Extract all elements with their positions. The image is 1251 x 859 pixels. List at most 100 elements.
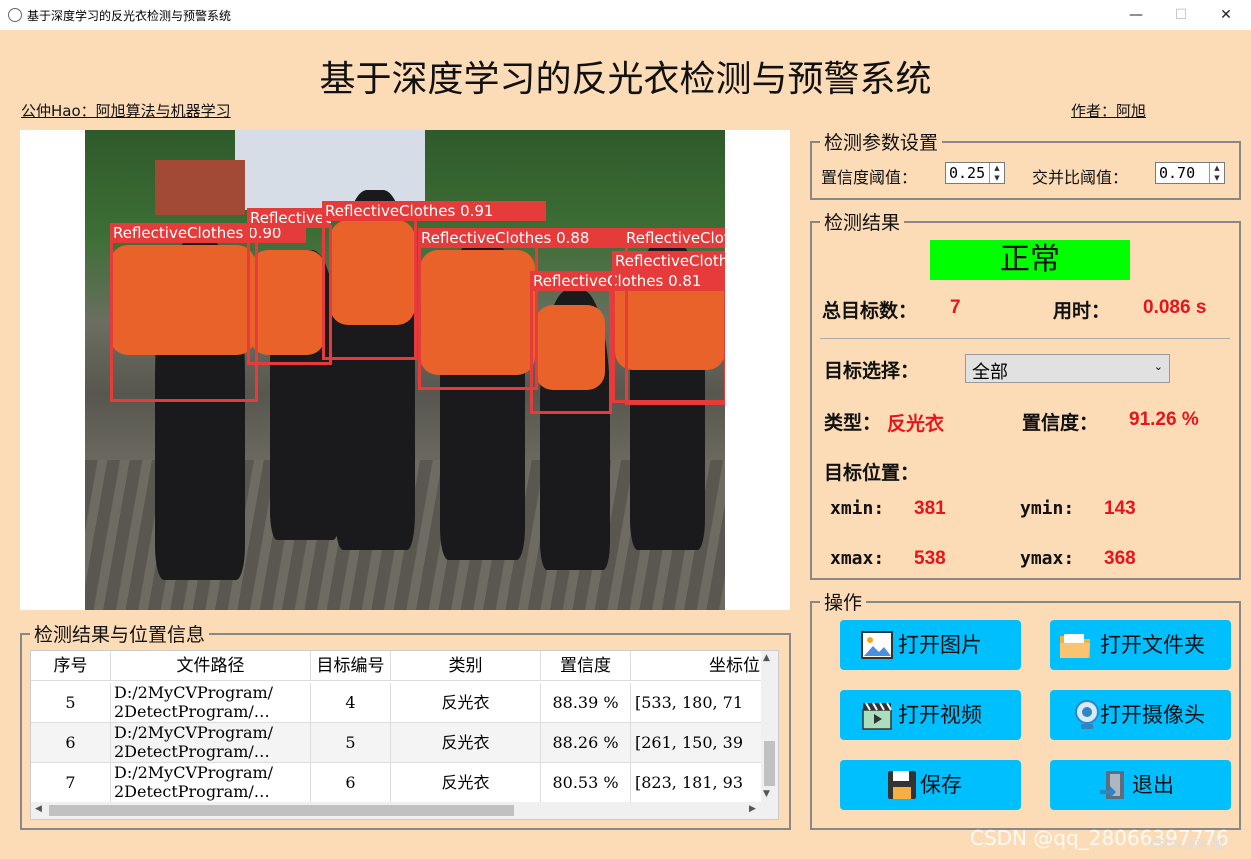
open-folder-button[interactable]: 打开文件夹 <box>1050 620 1231 670</box>
window-titlebar: 基于深度学习的反光衣检测与预警系统 — ☐ ✕ <box>0 0 1251 30</box>
maximize-button[interactable]: ☐ <box>1167 4 1195 26</box>
target-select-value: 全部 <box>972 362 1008 383</box>
type-value: 反光衣 <box>887 413 945 435</box>
open-image-label: 打开图片 <box>898 633 982 657</box>
table-cell-path[interactable]: D:/2MyCVProgram/ 2DetectProgram/… <box>111 763 311 803</box>
xmax-value: 538 <box>914 548 946 569</box>
table-cell-coords[interactable]: [533, 180, 71 <box>631 683 763 723</box>
table-cell-confidence[interactable]: 88.26 % <box>541 723 631 763</box>
spin-arrows-icon[interactable]: ▲ ▼ <box>989 163 1004 183</box>
table-legend: 检测结果与位置信息 <box>34 624 206 646</box>
iou-threshold-spinbox[interactable]: 0.70 ▲ ▼ <box>1155 162 1225 184</box>
xmin-label: xmin: <box>830 498 885 519</box>
webcam-icon <box>1075 700 1099 729</box>
open-folder-label: 打开文件夹 <box>1100 633 1205 657</box>
col-header-index[interactable]: 序号 <box>31 651 111 681</box>
exit-button[interactable]: 退出 <box>1050 760 1231 810</box>
result-legend: 检测结果 <box>824 212 901 234</box>
total-targets-value: 7 <box>950 297 961 318</box>
open-camera-button[interactable]: 打开摄像头 <box>1050 690 1231 740</box>
table-vertical-scrollbar[interactable]: ▲ ▼ <box>761 651 778 804</box>
scroll-up-icon[interactable]: ▲ <box>763 653 770 663</box>
table-cell-path[interactable]: D:/2MyCVProgram/ 2DetectProgram/… <box>111 723 311 763</box>
xmax-label: xmax: <box>830 548 885 569</box>
open-video-button[interactable]: 打开视频 <box>840 690 1021 740</box>
table-cell-class[interactable]: 反光衣 <box>391 683 541 723</box>
elapsed-label: 用时： <box>1053 300 1111 322</box>
image-icon <box>861 631 893 659</box>
table-cell-index[interactable]: 6 <box>31 723 111 763</box>
detection-box: ReflectiveClothes 0.90 <box>110 223 306 402</box>
open-video-label: 打开视频 <box>898 703 982 727</box>
xmin-value: 381 <box>914 498 946 519</box>
conf-threshold-label: 置信度阈值： <box>821 168 918 187</box>
ymax-value: 368 <box>1104 548 1136 569</box>
app-icon <box>8 8 22 22</box>
scroll-right-icon[interactable]: ▶ <box>749 804 756 814</box>
page-title: 基于深度学习的反光衣检测与预警系统 <box>319 59 932 100</box>
detection-label: ReflectiveClothes 0.91 <box>322 201 546 221</box>
col-header-object-id[interactable]: 目标编号 <box>311 651 391 681</box>
scroll-down-icon[interactable]: ▼ <box>763 789 770 799</box>
photo-sky <box>235 130 425 210</box>
video-clapper-icon <box>862 702 892 730</box>
open-image-button[interactable]: 打开图片 <box>840 620 1021 670</box>
detection-label: ReflectiveClothes 0.88 <box>623 228 725 248</box>
table-cell-class[interactable]: 反光衣 <box>391 723 541 763</box>
results-table[interactable]: 序号 文件路径 目标编号 类别 置信度 坐标位 5 D:/2MyCVProgra… <box>30 650 779 820</box>
table-cell-index[interactable]: 5 <box>31 683 111 723</box>
detection-label: ReflectiveClothes 0.91 <box>247 208 331 228</box>
col-header-confidence[interactable]: 置信度 <box>541 651 631 681</box>
elapsed-value: 0.086 s <box>1143 297 1207 318</box>
type-label: 类型： <box>824 412 882 434</box>
conf-threshold-value: 0.25 <box>949 164 986 182</box>
save-label: 保存 <box>920 773 962 797</box>
scroll-left-icon[interactable]: ◀ <box>35 804 42 814</box>
detection-photo: ReflectiveClothes 0.90 ReflectiveClothes… <box>85 130 725 610</box>
author-note: 作者：阿旭 <box>1071 102 1147 120</box>
table-cell-object-id[interactable]: 5 <box>311 723 391 763</box>
chevron-down-icon: ⌄ <box>1153 360 1163 373</box>
confidence-value: 91.26 % <box>1129 409 1199 430</box>
detection-box: ReflectiveClothes 0.91 <box>247 208 332 365</box>
photo-house <box>155 160 245 215</box>
save-disk-icon <box>888 771 916 799</box>
col-header-path[interactable]: 文件路径 <box>111 651 311 681</box>
table-cell-confidence[interactable]: 88.39 % <box>541 683 631 723</box>
col-header-coords[interactable]: 坐标位 <box>631 651 763 681</box>
total-targets-label: 总目标数： <box>822 300 918 322</box>
detection-box: ReflectiveClothes 0.81 <box>530 271 725 414</box>
ymin-value: 143 <box>1104 498 1136 519</box>
minimize-button[interactable]: — <box>1122 4 1150 26</box>
scroll-thumb[interactable] <box>764 741 775 786</box>
table-cell-object-id[interactable]: 4 <box>311 683 391 723</box>
detection-box: ReflectiveClothes 0.88 <box>418 228 634 390</box>
close-button[interactable]: ✕ <box>1212 4 1240 26</box>
table-cell-index[interactable]: 7 <box>31 763 111 803</box>
scroll-thumb[interactable] <box>49 805 514 816</box>
target-select-dropdown[interactable]: 全部 ⌄ <box>965 354 1170 383</box>
table-cell-coords[interactable]: [261, 150, 39 <box>631 723 763 763</box>
status-badge: 正常 <box>930 240 1130 280</box>
detection-box: ReflectiveClothes 0.91 <box>322 201 546 360</box>
window-title: 基于深度学习的反光衣检测与预警系统 <box>27 9 232 23</box>
save-button[interactable]: 保存 <box>840 760 1021 810</box>
spin-arrows-icon[interactable]: ▲ ▼ <box>1209 163 1224 183</box>
target-position-label: 目标位置： <box>824 462 920 484</box>
table-cell-class[interactable]: 反光衣 <box>391 763 541 803</box>
conf-threshold-spinbox[interactable]: 0.25 ▲ ▼ <box>945 162 1005 184</box>
params-legend: 检测参数设置 <box>824 132 939 154</box>
table-cell-object-id[interactable]: 6 <box>311 763 391 803</box>
watermark-secondary: CSDN @阿_旭 <box>1150 838 1224 851</box>
iou-threshold-value: 0.70 <box>1159 164 1196 182</box>
result-divider <box>820 338 1230 339</box>
table-cell-path[interactable]: D:/2MyCVProgram/ 2DetectProgram/… <box>111 683 311 723</box>
iou-threshold-label: 交并比阈值： <box>1032 168 1129 187</box>
table-cell-coords[interactable]: [823, 181, 93 <box>631 763 763 803</box>
ops-legend: 操作 <box>824 592 863 614</box>
folder-icon <box>1060 634 1090 658</box>
col-header-class[interactable]: 类别 <box>391 651 541 681</box>
table-cell-confidence[interactable]: 80.53 % <box>541 763 631 803</box>
open-camera-label: 打开摄像头 <box>1100 703 1205 727</box>
table-horizontal-scrollbar[interactable]: ◀ ▶ <box>31 802 778 819</box>
